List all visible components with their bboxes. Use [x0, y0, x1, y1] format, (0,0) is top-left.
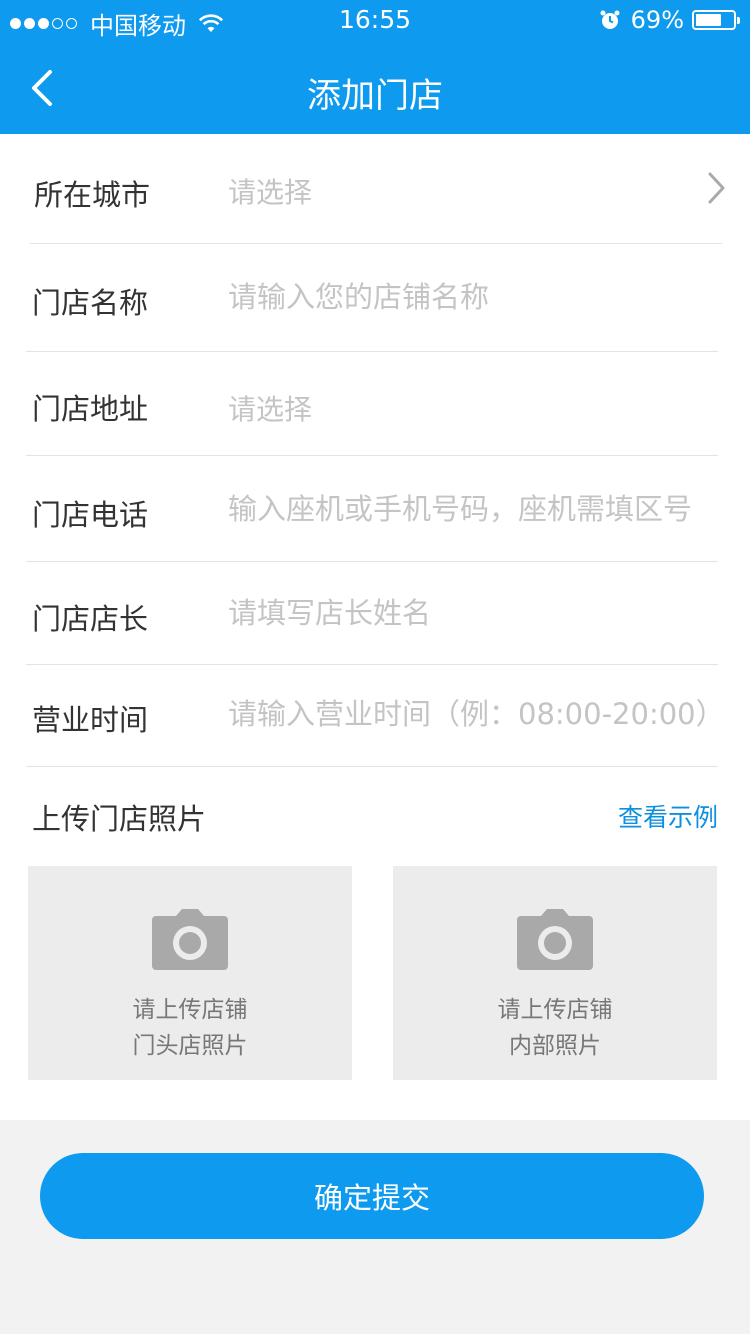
submit-button[interactable]: 确定提交	[40, 1153, 704, 1239]
store-name-label: 门店名称	[32, 286, 149, 320]
store-phone-label: 门店电话	[32, 498, 149, 532]
store-manager-label: 门店店长	[32, 602, 149, 636]
store-form: 所在城市 请选择 门店名称 门店地址 请选择 门店电话 门店店长 营业时间 上传…	[0, 134, 750, 1120]
store-phone-input[interactable]	[228, 492, 714, 526]
upload-photos-title: 上传门店照片	[32, 802, 207, 836]
store-manager-input[interactable]	[228, 596, 718, 630]
chevron-right-icon	[708, 172, 725, 204]
upload-front-text-2: 门头店照片	[132, 1033, 248, 1059]
nav-bar: 添加门店	[0, 40, 750, 134]
status-right: 69%	[599, 6, 740, 34]
upload-interior-text-1: 请上传店铺	[497, 997, 613, 1023]
city-label: 所在城市	[34, 178, 151, 212]
form-row-hours: 营业时间	[26, 665, 718, 767]
page-title: 添加门店	[307, 76, 443, 116]
form-row-name: 门店名称	[26, 244, 718, 352]
upload-interior-text-2: 内部照片	[509, 1033, 601, 1059]
store-address-select[interactable]: 请选择	[228, 388, 312, 428]
row-divider	[26, 766, 718, 767]
upload-front-photo[interactable]: 请上传店铺 门头店照片	[28, 866, 352, 1080]
battery-fill	[696, 14, 721, 26]
battery-percent: 69%	[630, 6, 684, 34]
store-address-label: 门店地址	[32, 392, 149, 426]
store-name-input[interactable]	[228, 280, 718, 314]
upload-front-text-1: 请上传店铺	[132, 997, 248, 1023]
form-row-manager: 门店店长	[26, 562, 718, 665]
view-example-link[interactable]: 查看示例	[618, 798, 718, 834]
battery-icon	[692, 10, 740, 30]
camera-icon	[152, 909, 228, 970]
business-hours-input[interactable]	[228, 697, 716, 731]
upload-interior-photo[interactable]: 请上传店铺 内部照片	[393, 866, 717, 1080]
camera-icon	[517, 909, 593, 970]
form-row-address[interactable]: 门店地址 请选择	[26, 352, 718, 456]
form-row-city[interactable]: 所在城市 请选择	[30, 134, 725, 244]
business-hours-label: 营业时间	[32, 703, 149, 737]
form-row-phone: 门店电话	[26, 456, 718, 562]
alarm-icon	[600, 10, 620, 29]
status-bar: 中国移动 16:55 69%	[0, 0, 750, 40]
city-select[interactable]: 请选择	[228, 171, 312, 211]
